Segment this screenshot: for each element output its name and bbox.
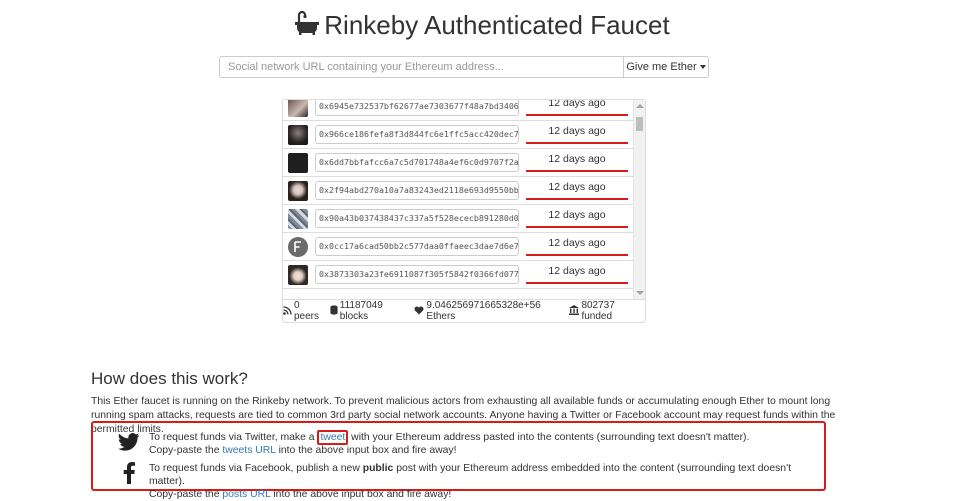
bathtub-icon [294,10,320,44]
request-time: 12 days ago [548,209,606,221]
heartbeat-icon [414,306,424,317]
request-time: 12 days ago [548,265,606,277]
request-time: 12 days ago [548,125,606,137]
request-row: 0x966ce186fefa8f3d844fc6e1ffc5acc420dec7… [283,121,633,149]
request-row: 0x6945e732537bf62677ae7303677f48a7bd3406… [283,100,633,121]
list-scrollbar[interactable] [633,100,645,299]
address-field[interactable]: 0x0cc17a6cad50bb2c577daa0ffaeec3dae7d6e7… [315,237,519,256]
database-icon [330,305,338,317]
letter-f-icon [294,241,301,252]
user-avatar[interactable] [288,237,308,257]
request-row: 0x0cc17a6cad50bb2c577daa0ffaeec3dae7d6e7… [283,233,633,261]
request-row: 0x3873303a23fe6911087f305f5842f0366fd077… [283,261,633,289]
address-field[interactable]: 0x966ce186fefa8f3d844fc6e1ffc5acc420dec7… [315,125,519,144]
twitter-text-3: Copy-paste the [149,445,223,456]
annotation-underline [526,226,628,228]
caret-down-icon [699,65,706,69]
request-row: 0x2f94abd270a10a7a83243ed2118e693d9550bb… [283,177,633,205]
address-field[interactable]: 0x3873303a23fe6911087f305f5842f0366fd077… [315,265,519,284]
annotation-underline [526,282,628,284]
rss-icon [283,305,292,317]
blocks-count: 11187049 blocks [339,300,383,322]
page-title: Rinkeby Authenticated Faucet [0,8,964,44]
user-avatar[interactable] [288,209,308,229]
give-me-ether-label: Give me Ether [626,61,697,73]
requests-panel: 0x6945e732537bf62677ae7303677f48a7bd3406… [282,99,646,323]
address-field[interactable]: 0x6945e732537bf62677ae7303677f48a7bd3406… [315,100,519,116]
user-avatar[interactable] [288,153,308,173]
annotation-underline [526,142,628,144]
address-field[interactable]: 0x90a43b037438437c337a5f528ececb891280d0… [315,209,519,228]
requests-list[interactable]: 0x6945e732537bf62677ae7303677f48a7bd3406… [283,100,633,299]
twitter-instructions: To request funds via Twitter, make a twe… [93,427,828,459]
address-field[interactable]: 0x6dd7bbfafcc6a7c5d701748a4ef6c0d9707f2a… [315,153,519,172]
funded-count: 802737 funded [581,300,615,322]
user-avatar[interactable] [288,265,308,285]
request-row: 0x90a43b037438437c337a5f528ececb891280d0… [283,205,633,233]
peers-count: 0 peers [294,300,320,322]
annotation-underline [526,198,628,200]
facebook-text-1: To request funds via Facebook, publish a… [149,463,363,474]
instructions-box: To request funds via Twitter, make a twe… [91,421,828,500]
request-time: 12 days ago [548,181,606,193]
request-time: 12 days ago [548,237,606,249]
how-heading: How does this work? [91,369,248,388]
search-bar: Give me Ether [219,56,709,78]
annotation-underline [526,114,628,116]
public-emphasis: public [362,463,394,474]
facebook-instructions-text: To request funds via Facebook, publish a… [149,462,809,501]
scroll-down-arrow-icon[interactable] [636,291,644,295]
twitter-text-1: To request funds via Twitter, make a [149,432,318,443]
tweets-url-link[interactable]: tweets URL [222,445,275,456]
social-url-input[interactable] [220,57,623,77]
annotation-underline [526,254,628,256]
page-title-text: Rinkeby Authenticated Faucet [324,10,670,40]
twitter-text-4: into the above input box and fire away! [275,445,457,456]
user-avatar[interactable] [288,181,308,201]
scroll-up-arrow-icon[interactable] [636,104,644,108]
facebook-icon [117,462,141,484]
faucet-stats: 0 peers 11187049 blocks 9.04625697166532… [283,299,645,322]
request-time: 12 days ago [548,100,606,109]
scrollbar-thumb[interactable] [636,117,643,131]
tweet-link[interactable]: tweet [317,430,349,445]
twitter-text-2: with your Ethereum address pasted into t… [348,432,750,443]
user-avatar[interactable] [288,125,308,145]
bank-icon [569,305,580,317]
request-time: 12 days ago [548,153,606,165]
request-row: 0x6dd7bbfafcc6a7c5d701748a4ef6c0d9707f2a… [283,149,633,177]
facebook-instructions: To request funds via Facebook, publish a… [93,458,828,500]
give-me-ether-button[interactable]: Give me Ether [623,57,708,77]
annotation-underline [526,170,628,172]
ether-balance: 9.046256971665328e+56 Ethers [426,300,541,322]
user-avatar[interactable] [288,100,308,117]
twitter-instructions-text: To request funds via Twitter, make a twe… [149,430,809,457]
twitter-icon [117,431,141,453]
address-field[interactable]: 0x2f94abd270a10a7a83243ed2118e693d9550bb… [315,181,519,200]
